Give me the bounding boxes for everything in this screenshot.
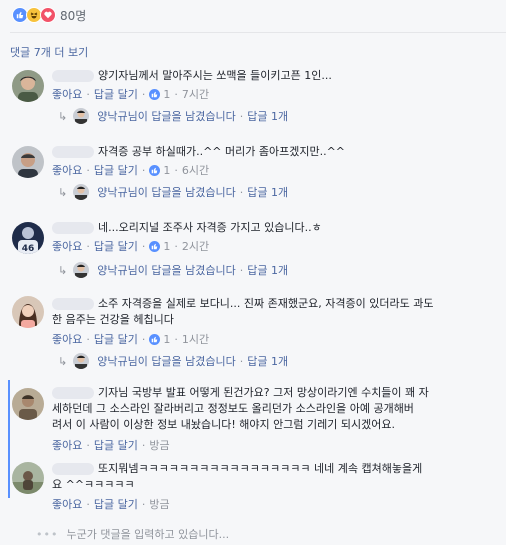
typing-dots-icon: ••• — [36, 527, 59, 541]
comment-timestamp[interactable]: 7시간 — [182, 86, 209, 102]
reply-summary-text[interactable]: 양낙규님이 답글을 남겼습니다 — [97, 108, 236, 124]
like-count-icon — [149, 164, 161, 176]
comment-timestamp[interactable]: 2시간 — [182, 238, 209, 254]
like-count[interactable]: 1 — [163, 164, 170, 177]
comment-actions: 좋아요 · 답글 달기 · 방금 — [52, 437, 170, 453]
comment-body: 기자님 국방부 발표 어떻게 된건가요? 그저 망상이라기엔 수치들이 꽤 자 … — [52, 386, 429, 431]
reply-link[interactable]: 답글 달기 — [94, 86, 138, 102]
like-count[interactable]: 1 — [163, 88, 170, 101]
reply-arrow-icon: ↳ — [58, 185, 68, 199]
like-count[interactable]: 1 — [163, 240, 170, 253]
replier-avatar — [73, 353, 90, 369]
reply-summary-text[interactable]: 양낙규님이 답글을 남겼습니다 — [97, 262, 236, 278]
commenter-avatar[interactable] — [12, 70, 44, 102]
divider — [10, 32, 506, 33]
comment-body: 또지뭐넴ㅋㅋㅋㅋㅋㅋㅋㅋㅋㅋㅋㅋㅋㅋㅋㅋㅋ 네네 계속 캡쳐해놓을게 요 ^^ㅋ… — [52, 462, 423, 491]
reaction-summary[interactable]: 80명 — [12, 6, 86, 24]
like-count-icon — [149, 88, 161, 100]
reply-link[interactable]: 답글 달기 — [94, 437, 138, 453]
commenter-name[interactable] — [52, 298, 94, 310]
comment-timestamp[interactable]: 방금 — [149, 437, 169, 453]
reply-summary-text[interactable]: 양낙규님이 답글을 남겼습니다 — [97, 184, 236, 200]
reaction-count[interactable]: 80명 — [60, 7, 86, 24]
commenter-name[interactable] — [52, 70, 94, 82]
reply-summary-text[interactable]: 양낙규님이 답글을 남겼습니다 — [97, 353, 236, 369]
commenter-name[interactable] — [52, 387, 94, 399]
svg-text:46: 46 — [22, 244, 35, 254]
comment-body: 자격증 공부 하실때가..^^ 머리가 좀아프겠지만..^^ — [52, 144, 345, 160]
reply-count-link[interactable]: 답글 1개 — [247, 108, 288, 124]
commenter-name[interactable] — [52, 463, 94, 475]
commenter-avatar[interactable] — [12, 146, 44, 178]
commenter-avatar[interactable] — [12, 462, 44, 494]
reply-count-link[interactable]: 답글 1개 — [247, 184, 288, 200]
reply-arrow-icon: ↳ — [58, 109, 68, 123]
reply-arrow-icon: ↳ — [58, 354, 68, 368]
commenter-avatar[interactable] — [12, 388, 44, 420]
reply-summary-row[interactable]: ↳ 양낙규님이 답글을 남겼습니다 · 답글 1개 — [58, 353, 288, 369]
comment-timestamp[interactable]: 6시간 — [182, 162, 209, 178]
comment-actions: 좋아요 · 답글 달기 · 1 · 2시간 — [52, 238, 210, 254]
reply-summary-row[interactable]: ↳ 양낙규님이 답글을 남겼습니다 · 답글 1개 — [58, 108, 288, 124]
like-link[interactable]: 좋아요 — [52, 331, 82, 347]
typing-indicator: ••• 누군가 댓글을 입력하고 있습니다... — [36, 526, 229, 542]
reply-summary-row[interactable]: ↳ 양낙규님이 답글을 남겼습니다 · 답글 1개 — [58, 262, 288, 278]
comment-actions: 좋아요 · 답글 달기 · 방금 — [52, 496, 170, 512]
like-count-icon — [149, 240, 161, 252]
comment-actions: 좋아요 · 답글 달기 · 1 · 7시간 — [52, 86, 210, 102]
like-link[interactable]: 좋아요 — [52, 496, 82, 512]
comment-timestamp[interactable]: 방금 — [149, 496, 169, 512]
reply-count-link[interactable]: 답글 1개 — [247, 353, 288, 369]
reply-arrow-icon: ↳ — [58, 263, 68, 277]
like-link[interactable]: 좋아요 — [52, 86, 82, 102]
replier-avatar — [73, 184, 90, 200]
comment-timestamp[interactable]: 1시간 — [182, 331, 209, 347]
love-reaction-icon — [40, 7, 56, 23]
reply-count-link[interactable]: 답글 1개 — [247, 262, 288, 278]
reply-link[interactable]: 답글 달기 — [94, 496, 138, 512]
comment-body: 소주 자격증을 실제로 보다니... 진짜 존재했군요, 자격증이 있더라도 과… — [52, 297, 434, 326]
comment-actions: 좋아요 · 답글 달기 · 1 · 6시간 — [52, 162, 210, 178]
reply-link[interactable]: 답글 달기 — [94, 238, 138, 254]
commenter-avatar[interactable]: 46 — [12, 222, 44, 254]
comment-body: 양기자님께서 말아주시는 쏘맥을 들이키고픈 1인... — [52, 68, 332, 84]
like-link[interactable]: 좋아요 — [52, 238, 82, 254]
like-link[interactable]: 좋아요 — [52, 437, 82, 453]
like-count-icon — [149, 333, 161, 345]
view-more-comments-link[interactable]: 댓글 7개 더 보기 — [10, 44, 88, 60]
like-link[interactable]: 좋아요 — [52, 162, 82, 178]
new-comments-indicator — [8, 380, 10, 498]
reply-link[interactable]: 답글 달기 — [94, 162, 138, 178]
reply-link[interactable]: 답글 달기 — [94, 331, 138, 347]
commenter-avatar[interactable] — [12, 296, 44, 328]
replier-avatar — [73, 262, 90, 278]
typing-text: 누군가 댓글을 입력하고 있습니다... — [66, 528, 230, 541]
commenter-name[interactable] — [52, 222, 94, 234]
comment-actions: 좋아요 · 답글 달기 · 1 · 1시간 — [52, 331, 210, 347]
reply-summary-row[interactable]: ↳ 양낙규님이 답글을 남겼습니다 · 답글 1개 — [58, 184, 288, 200]
like-count[interactable]: 1 — [163, 333, 170, 346]
replier-avatar — [73, 108, 90, 124]
comment-body: 네...오리지널 조주사 자격증 가지고 있습니다..ㅎ — [52, 220, 322, 236]
commenter-name[interactable] — [52, 146, 94, 158]
